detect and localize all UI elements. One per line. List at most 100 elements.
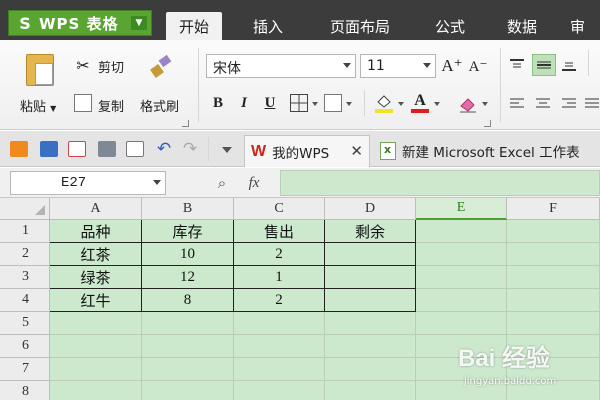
font-size-select[interactable]: 11 — [360, 54, 436, 78]
row-header-3[interactable]: 3 — [0, 266, 50, 289]
paste-button[interactable]: 粘贴 ▼ — [20, 96, 56, 115]
cell-f1[interactable] — [507, 220, 600, 243]
chevron-down-icon[interactable] — [434, 102, 440, 106]
row-header-7[interactable]: 7 — [0, 358, 50, 381]
chevron-down-icon[interactable] — [312, 102, 318, 106]
select-all-corner[interactable] — [0, 198, 50, 220]
copy-button[interactable]: 复制 — [98, 96, 124, 115]
cell-c1[interactable]: 售出 — [234, 220, 325, 243]
align-center-icon[interactable] — [534, 96, 552, 112]
print-preview-icon[interactable] — [126, 141, 144, 157]
tab-page-layout[interactable]: 页面布局 — [318, 12, 402, 40]
cell-c4[interactable]: 2 — [234, 289, 325, 312]
cell-b8[interactable] — [142, 381, 234, 400]
justify-icon[interactable] — [584, 96, 600, 112]
chevron-down-icon[interactable] — [346, 102, 352, 106]
font-name-select[interactable]: 宋体 — [206, 54, 356, 78]
cell-a4[interactable]: 红牛 — [50, 289, 142, 312]
chevron-down-icon[interactable]: ▼ — [131, 16, 147, 30]
row-header-6[interactable]: 6 — [0, 335, 50, 358]
cell-b5[interactable] — [142, 312, 234, 335]
close-icon[interactable]: ✕ — [350, 142, 363, 160]
tab-review[interactable]: 审 — [570, 12, 600, 40]
cell-a1[interactable]: 品种 — [50, 220, 142, 243]
format-painter-button[interactable]: 格式刷 — [140, 96, 179, 115]
cell-b1[interactable]: 库存 — [142, 220, 234, 243]
cell-e5[interactable] — [416, 312, 507, 335]
format-painter-icon[interactable] — [148, 54, 174, 80]
italic-button[interactable]: I — [234, 92, 254, 114]
column-header-d[interactable]: D — [325, 198, 416, 220]
cell-a3[interactable]: 绿茶 — [50, 266, 142, 289]
copy-icon[interactable] — [74, 94, 92, 112]
row-header-1[interactable]: 1 — [0, 220, 50, 243]
row-header-8[interactable]: 8 — [0, 381, 50, 400]
borders-icon[interactable] — [290, 94, 308, 112]
cell-c3[interactable]: 1 — [234, 266, 325, 289]
save-icon[interactable] — [40, 141, 58, 157]
print-icon[interactable] — [98, 141, 116, 157]
row-header-4[interactable]: 4 — [0, 289, 50, 312]
chevron-down-icon[interactable] — [482, 102, 488, 106]
cell-c2[interactable]: 2 — [234, 243, 325, 266]
cell-f2[interactable] — [507, 243, 600, 266]
cell-b4[interactable]: 8 — [142, 289, 234, 312]
tab-my-wps[interactable]: W 我的WPS ✕ — [244, 135, 370, 167]
font-color-icon[interactable]: A — [410, 92, 430, 114]
cell-f8[interactable] — [507, 381, 600, 400]
customize-toolbar-icon[interactable] — [222, 147, 232, 153]
tab-data[interactable]: 数据 — [496, 12, 548, 40]
cell-c5[interactable] — [234, 312, 325, 335]
align-right-icon[interactable] — [560, 96, 578, 112]
cell-e3[interactable] — [416, 266, 507, 289]
cell-c8[interactable] — [234, 381, 325, 400]
align-middle-icon[interactable] — [532, 54, 556, 76]
cell-e6[interactable] — [416, 335, 507, 358]
clipboard-dialog-launcher[interactable] — [182, 120, 189, 127]
cell-a6[interactable] — [50, 335, 142, 358]
cell-f3[interactable] — [507, 266, 600, 289]
redo-icon[interactable]: ↷ — [180, 139, 200, 159]
cell-d8[interactable] — [325, 381, 416, 400]
cell-e1[interactable] — [416, 220, 507, 243]
cell-f6[interactable] — [507, 335, 600, 358]
cell-d3[interactable] — [325, 266, 416, 289]
cell-a7[interactable] — [50, 358, 142, 381]
formula-input[interactable] — [280, 170, 600, 196]
cell-d5[interactable] — [325, 312, 416, 335]
column-header-e[interactable]: E — [416, 198, 507, 220]
tab-home[interactable]: 开始 — [166, 12, 222, 40]
cell-e7[interactable] — [416, 358, 507, 381]
column-header-f[interactable]: F — [507, 198, 600, 220]
tab-insert[interactable]: 插入 — [244, 12, 292, 40]
undo-icon[interactable]: ↶ — [154, 139, 174, 159]
fill-color-icon[interactable] — [374, 92, 394, 114]
cell-a5[interactable] — [50, 312, 142, 335]
cell-e4[interactable] — [416, 289, 507, 312]
underline-button[interactable]: U — [260, 92, 280, 114]
align-left-icon[interactable] — [508, 96, 526, 112]
scissors-icon[interactable]: ✂ — [72, 54, 94, 76]
name-box[interactable]: E27 — [10, 171, 166, 195]
cell-e2[interactable] — [416, 243, 507, 266]
cell-d6[interactable] — [325, 335, 416, 358]
column-header-a[interactable]: A — [50, 198, 142, 220]
cell-a8[interactable] — [50, 381, 142, 400]
row-header-2[interactable]: 2 — [0, 243, 50, 266]
cell-d1[interactable]: 剩余 — [325, 220, 416, 243]
chevron-down-icon[interactable] — [153, 180, 161, 185]
app-menu-button[interactable]: S WPS 表格 ▼ — [8, 10, 152, 36]
clear-format-icon[interactable] — [458, 94, 478, 114]
chevron-down-icon[interactable] — [398, 102, 404, 106]
insert-function-icon[interactable]: fx — [244, 172, 264, 194]
cell-f4[interactable] — [507, 289, 600, 312]
cell-f7[interactable] — [507, 358, 600, 381]
cell-b2[interactable]: 10 — [142, 243, 234, 266]
bold-button[interactable]: B — [208, 92, 228, 114]
cell-a2[interactable]: 红茶 — [50, 243, 142, 266]
align-top-icon[interactable] — [508, 56, 526, 74]
shrink-font-icon[interactable]: A⁻ — [468, 56, 488, 76]
cell-b3[interactable]: 12 — [142, 266, 234, 289]
open-icon[interactable] — [10, 141, 28, 157]
export-pdf-icon[interactable] — [68, 141, 86, 157]
